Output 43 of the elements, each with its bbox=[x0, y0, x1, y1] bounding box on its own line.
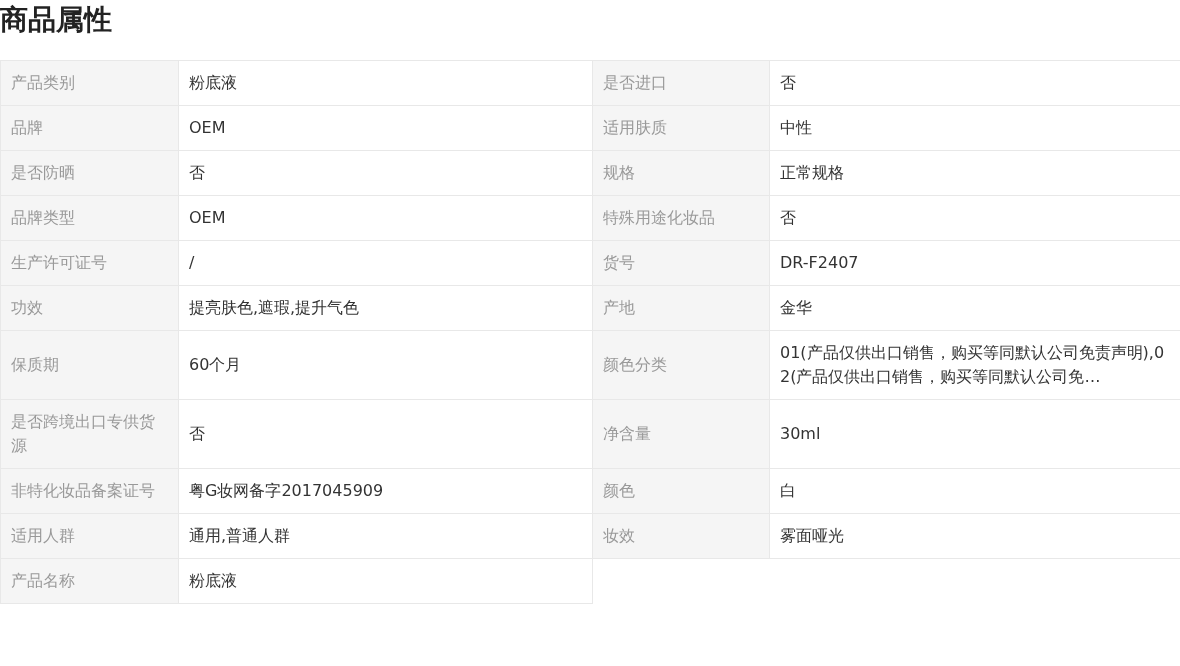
attribute-value: 正常规格 bbox=[769, 150, 1180, 196]
attribute-value: 30ml bbox=[769, 399, 1180, 469]
attribute-value: OEM bbox=[178, 195, 593, 241]
attribute-label: 适用肤质 bbox=[592, 105, 770, 151]
attribute-value: 否 bbox=[178, 399, 593, 469]
attribute-label: 妆效 bbox=[592, 513, 770, 559]
attribute-label: 适用人群 bbox=[0, 513, 179, 559]
attribute-label: 产品名称 bbox=[0, 558, 179, 604]
attribute-value: 雾面哑光 bbox=[769, 513, 1180, 559]
attribute-value: 否 bbox=[769, 60, 1180, 106]
attribute-value: 粉底液 bbox=[178, 558, 593, 604]
attribute-label: 是否进口 bbox=[592, 60, 770, 106]
attribute-label: 是否防晒 bbox=[0, 150, 179, 196]
attribute-label: 特殊用途化妆品 bbox=[592, 195, 770, 241]
attribute-label: 规格 bbox=[592, 150, 770, 196]
attribute-label: 产地 bbox=[592, 285, 770, 331]
attribute-label: 保质期 bbox=[0, 330, 179, 400]
attribute-label: 颜色 bbox=[592, 468, 770, 514]
attribute-label: 产品类别 bbox=[0, 60, 179, 106]
attribute-value: 否 bbox=[178, 150, 593, 196]
attribute-value: 通用,普通人群 bbox=[178, 513, 593, 559]
attribute-label: 品牌类型 bbox=[0, 195, 179, 241]
attribute-value: 中性 bbox=[769, 105, 1180, 151]
attribute-value: 粉底液 bbox=[178, 60, 593, 106]
attribute-value: 01(产品仅供出口销售，购买等同默认公司免责声明),02(产品仅供出口销售，购买等同默认公司免… bbox=[769, 330, 1180, 400]
attribute-label: 颜色分类 bbox=[592, 330, 770, 400]
attribute-value: 金华 bbox=[769, 285, 1180, 331]
attribute-label: 是否跨境出口专供货源 bbox=[0, 399, 179, 469]
attribute-value: 白 bbox=[769, 468, 1180, 514]
attribute-label: 功效 bbox=[0, 285, 179, 331]
attribute-value: 提亮肤色,遮瑕,提升气色 bbox=[178, 285, 593, 331]
attribute-value: 60个月 bbox=[178, 330, 593, 400]
attribute-label: 品牌 bbox=[0, 105, 179, 151]
attribute-value: 否 bbox=[769, 195, 1180, 241]
attribute-label: 非特化妆品备案证号 bbox=[0, 468, 179, 514]
attribute-value: 粤G妆网备字2017045909 bbox=[178, 468, 593, 514]
attribute-value: DR-F2407 bbox=[769, 240, 1180, 286]
section-title: 商品属性 bbox=[0, 2, 113, 38]
attribute-label: 生产许可证号 bbox=[0, 240, 179, 286]
attribute-value: OEM bbox=[178, 105, 593, 151]
attribute-value: / bbox=[178, 240, 593, 286]
attribute-label: 货号 bbox=[592, 240, 770, 286]
attribute-label: 净含量 bbox=[592, 399, 770, 469]
